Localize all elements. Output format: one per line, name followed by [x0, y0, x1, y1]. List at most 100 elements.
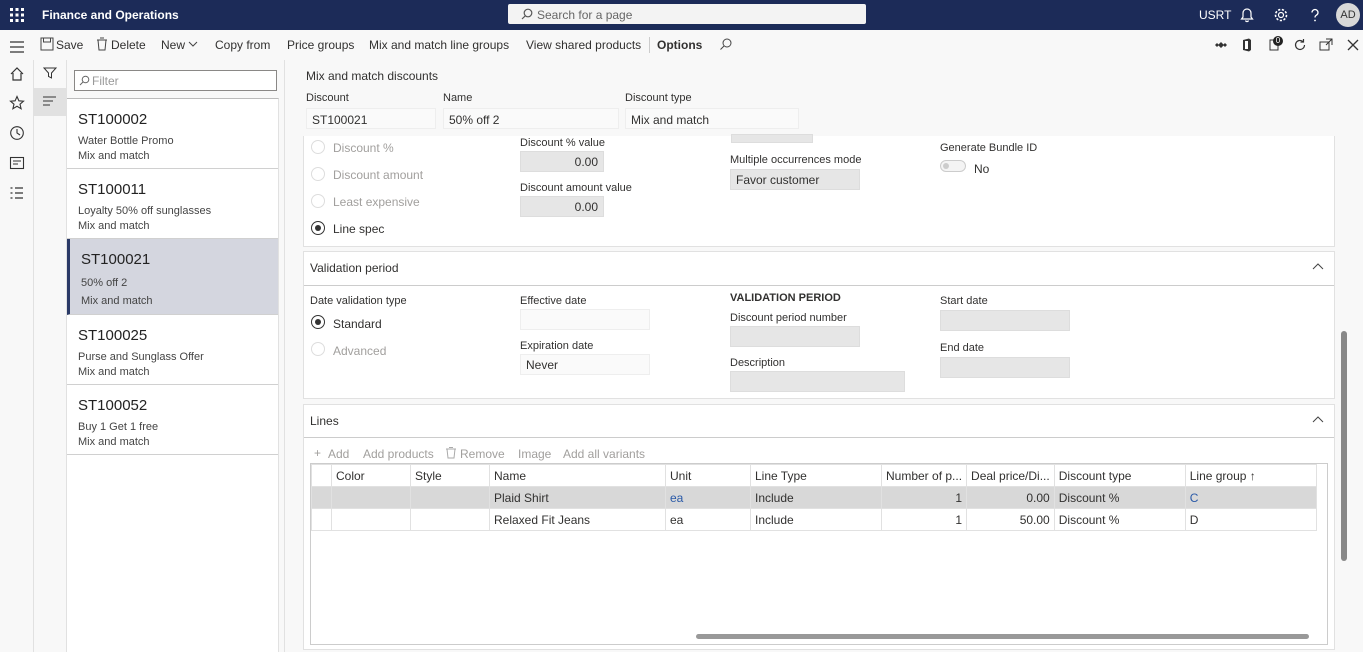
- line-spec-radio[interactable]: [311, 221, 325, 235]
- list-item[interactable]: ST100052 Buy 1 Get 1 free Mix and match: [67, 385, 278, 455]
- filter-icon[interactable]: [43, 66, 57, 80]
- remove-button[interactable]: Remove: [460, 447, 505, 461]
- col-color[interactable]: Color: [331, 464, 411, 487]
- expiration-date-field[interactable]: Never: [520, 354, 650, 375]
- global-search[interactable]: Search for a page: [508, 4, 866, 24]
- app-title[interactable]: Finance and Operations: [42, 8, 179, 22]
- cell-discount-type[interactable]: Discount %: [1053, 486, 1186, 509]
- app-launcher-icon[interactable]: [10, 8, 24, 22]
- list-item[interactable]: ST100011 Loyalty 50% off sunglasses Mix …: [67, 169, 278, 239]
- select-column[interactable]: [311, 464, 332, 487]
- end-date-field[interactable]: [940, 357, 1070, 378]
- standard-radio[interactable]: [311, 315, 325, 329]
- name-field[interactable]: 50% off 2: [443, 108, 619, 129]
- col-deal-price[interactable]: Deal price/Di...: [966, 464, 1055, 487]
- col-line-type[interactable]: Line Type: [750, 464, 882, 487]
- options-button[interactable]: Options: [657, 38, 702, 52]
- save-button[interactable]: Save: [56, 38, 83, 52]
- col-unit[interactable]: Unit: [665, 464, 751, 487]
- refresh-icon[interactable]: [1293, 38, 1307, 52]
- effective-date-field[interactable]: [520, 309, 650, 330]
- horizontal-scrollbar[interactable]: [696, 634, 1309, 639]
- cell-color[interactable]: [331, 508, 411, 531]
- bell-icon[interactable]: [1239, 7, 1255, 23]
- vertical-scrollbar[interactable]: [1341, 331, 1347, 561]
- cell-deal-price[interactable]: 50.00: [966, 508, 1055, 531]
- list-item-name: Purse and Sunglass Offer: [78, 351, 204, 363]
- col-style[interactable]: Style: [410, 464, 490, 487]
- advanced-radio[interactable]: [311, 342, 325, 356]
- col-line-group[interactable]: Line group ↑: [1184, 464, 1317, 487]
- hamburger-icon[interactable]: [9, 39, 25, 55]
- cell-name[interactable]: Plaid Shirt: [489, 486, 666, 509]
- diamond-icon[interactable]: [1214, 38, 1228, 52]
- cell-line-group[interactable]: D: [1184, 508, 1317, 531]
- add-products-button[interactable]: Add products: [363, 447, 434, 461]
- start-date-field[interactable]: [940, 310, 1070, 331]
- description-field[interactable]: [730, 371, 905, 392]
- workspace-icon[interactable]: [9, 155, 25, 171]
- avatar[interactable]: AD: [1336, 3, 1360, 27]
- section-title[interactable]: Validation period: [310, 261, 399, 275]
- cell-line-type[interactable]: Include: [750, 508, 882, 531]
- cell-discount-type[interactable]: Discount %: [1053, 508, 1186, 531]
- new-button[interactable]: New: [161, 38, 185, 52]
- cell-line-type[interactable]: Include: [750, 486, 882, 509]
- add-all-variants-button[interactable]: Add all variants: [563, 447, 645, 461]
- section-title[interactable]: Lines: [310, 414, 339, 428]
- view-shared-products-button[interactable]: View shared products: [526, 38, 641, 52]
- open-new-window-icon[interactable]: [1319, 38, 1333, 52]
- least-expensive-radio[interactable]: [311, 194, 325, 208]
- add-line-button[interactable]: Add: [328, 447, 349, 461]
- company-picker[interactable]: USRT: [1199, 8, 1231, 22]
- cell-unit[interactable]: ea: [665, 508, 751, 531]
- cell-name[interactable]: Relaxed Fit Jeans: [489, 508, 666, 531]
- discount-pct-radio[interactable]: [311, 140, 325, 154]
- cell-number[interactable]: 1: [880, 508, 968, 531]
- filter-input[interactable]: Filter: [74, 70, 277, 91]
- chevron-up-icon[interactable]: [1312, 415, 1324, 423]
- table-row[interactable]: Plaid Shirt ea Include 1 0.00 Discount %…: [311, 486, 1317, 509]
- cell-number[interactable]: 1: [880, 486, 968, 509]
- col-number[interactable]: Number of p...: [880, 464, 968, 487]
- star-icon[interactable]: [9, 95, 25, 111]
- clock-icon[interactable]: [9, 125, 25, 141]
- cell-style[interactable]: [410, 508, 490, 531]
- search-icon[interactable]: [719, 37, 733, 51]
- mix-match-line-groups-button[interactable]: Mix and match line groups: [369, 38, 509, 52]
- discount-field[interactable]: ST100021: [306, 108, 436, 129]
- discount-period-number-field[interactable]: [730, 326, 860, 347]
- cell-style[interactable]: [410, 486, 490, 509]
- gear-icon[interactable]: [1273, 7, 1289, 23]
- list-item-selected[interactable]: ST100021 50% off 2 Mix and match: [67, 239, 278, 315]
- partial-field[interactable]: [731, 134, 813, 143]
- image-button[interactable]: Image: [518, 447, 551, 461]
- col-name[interactable]: Name: [489, 464, 666, 487]
- row-selector[interactable]: [311, 508, 332, 531]
- chevron-up-icon[interactable]: [1312, 262, 1324, 270]
- cell-unit[interactable]: ea: [665, 486, 751, 509]
- modules-icon[interactable]: [9, 185, 25, 201]
- cell-color[interactable]: [331, 486, 411, 509]
- price-groups-button[interactable]: Price groups: [287, 38, 354, 52]
- occurrences-mode-select[interactable]: Favor customer: [730, 169, 860, 190]
- help-icon[interactable]: [1307, 7, 1323, 23]
- row-selector[interactable]: [311, 486, 332, 509]
- bundle-id-toggle[interactable]: [940, 160, 966, 172]
- discount-amount-radio[interactable]: [311, 167, 325, 181]
- list-item[interactable]: ST100002 Water Bottle Promo Mix and matc…: [67, 99, 278, 169]
- col-discount-type[interactable]: Discount type: [1053, 464, 1186, 487]
- cell-deal-price[interactable]: 0.00: [966, 486, 1055, 509]
- delete-button[interactable]: Delete: [111, 38, 146, 52]
- discount-type-field[interactable]: Mix and match: [625, 108, 799, 129]
- close-icon[interactable]: [1346, 38, 1360, 52]
- copy-from-button[interactable]: Copy from: [215, 38, 270, 52]
- discount-amount-value-field[interactable]: 0.00: [520, 196, 604, 217]
- cell-line-group[interactable]: C: [1184, 486, 1317, 509]
- list-item[interactable]: ST100025 Purse and Sunglass Offer Mix an…: [67, 315, 278, 385]
- office-icon[interactable]: [1240, 38, 1254, 52]
- discount-pct-value-field[interactable]: 0.00: [520, 151, 604, 172]
- home-icon[interactable]: [9, 66, 25, 82]
- table-row[interactable]: Relaxed Fit Jeans ea Include 1 50.00 Dis…: [311, 508, 1317, 531]
- list-view-toggle[interactable]: [34, 88, 66, 116]
